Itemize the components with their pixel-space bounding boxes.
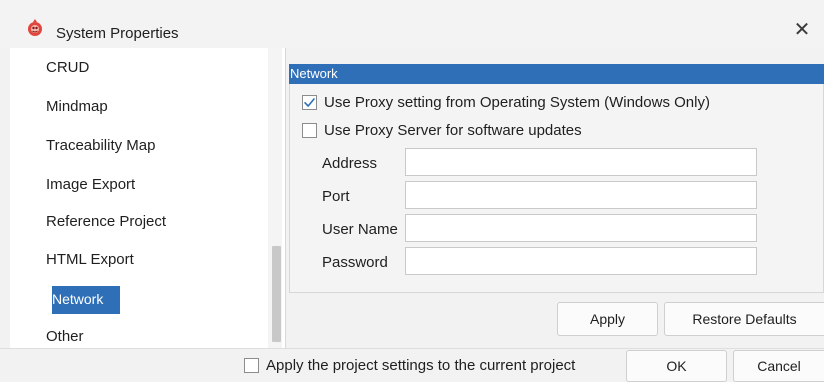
panel-header: Network (289, 64, 824, 84)
user-name-field[interactable] (405, 214, 757, 242)
sidebar-scroll-thumb[interactable] (272, 246, 281, 342)
password-field[interactable] (405, 247, 757, 275)
cancel-button[interactable]: Cancel (733, 350, 824, 382)
use-proxy-server-label: Use Proxy Server for software updates (324, 122, 582, 139)
system-properties-window: System Properties ✕ CRUD Mindmap Traceab… (0, 0, 824, 382)
sidebar-item-crud[interactable]: CRUD (44, 57, 91, 78)
port-field[interactable] (405, 181, 757, 209)
address-field[interactable] (405, 148, 757, 176)
password-label: Password (322, 254, 388, 271)
port-label: Port (322, 188, 350, 205)
checkmark-icon (304, 98, 315, 107)
close-icon: ✕ (793, 18, 811, 41)
address-label: Address (322, 155, 378, 172)
use-os-proxy-checkbox[interactable] (302, 95, 317, 110)
apply-project-settings-label: Apply the project settings to the curren… (266, 357, 576, 374)
sidebar-item-image-export[interactable]: Image Export (44, 174, 137, 195)
use-proxy-server-option[interactable]: Use Proxy Server for software updates (302, 122, 582, 139)
close-button[interactable]: ✕ (780, 10, 824, 48)
use-os-proxy-label: Use Proxy setting from Operating System … (324, 94, 710, 111)
sidebar-item-traceability-map[interactable]: Traceability Map (44, 135, 157, 156)
user-name-label: User Name (322, 221, 398, 238)
sidebar-item-html-export[interactable]: HTML Export (44, 249, 136, 270)
window-title: System Properties (56, 25, 179, 42)
app-logo-icon (25, 18, 45, 38)
sidebar-item-reference-project[interactable]: Reference Project (44, 211, 168, 232)
restore-defaults-button[interactable]: Restore Defaults (664, 302, 824, 336)
sidebar-item-network[interactable]: Network (52, 286, 120, 314)
use-proxy-server-checkbox[interactable] (302, 123, 317, 138)
ok-button[interactable]: OK (626, 350, 727, 382)
apply-project-settings-checkbox[interactable] (244, 358, 259, 373)
sidebar-item-other[interactable]: Other (44, 326, 86, 347)
apply-project-settings-option[interactable]: Apply the project settings to the curren… (244, 357, 575, 374)
sidebar-item-mindmap[interactable]: Mindmap (44, 96, 110, 117)
title-bar: System Properties ✕ (0, 0, 824, 48)
apply-button[interactable]: Apply (557, 302, 658, 336)
use-os-proxy-option[interactable]: Use Proxy setting from Operating System … (302, 94, 710, 111)
